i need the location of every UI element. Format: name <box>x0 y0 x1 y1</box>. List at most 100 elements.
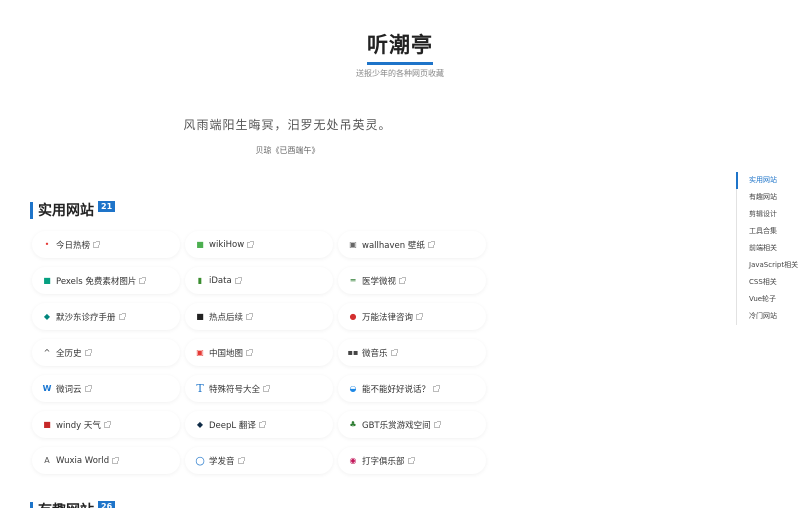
toc-item[interactable]: 冷门网站 <box>737 308 800 325</box>
toc-item[interactable]: JavaScript相关 <box>737 257 800 274</box>
site-card[interactable]: ♣ GBT乐赏游戏空间 <box>338 411 486 438</box>
site-card-label: 学发音 <box>209 456 235 467</box>
windy-icon: ■ <box>43 420 51 429</box>
site-card-label: 特殊符号大全 <box>209 384 261 395</box>
section-heading-useful: 实用网站 21 <box>30 200 116 220</box>
site-card-label: 微音乐 <box>362 348 388 359</box>
site-card[interactable]: ◆ 默沙东诊疗手册 <box>32 303 180 330</box>
chevron-up-icon: ^ <box>43 348 51 357</box>
toc-item[interactable]: 有趣网站 <box>737 189 800 206</box>
site-card[interactable]: ■ Pexels 免费素材图片 <box>32 267 180 294</box>
site-card[interactable]: • 今日热榜 <box>32 231 180 258</box>
site-card[interactable]: ═ 医学微视 <box>338 267 486 294</box>
toc-item[interactable]: 实用网站 <box>736 172 800 189</box>
site-card-label: 默沙东诊疗手册 <box>56 312 116 323</box>
deepl-icon: ◆ <box>196 420 204 429</box>
toc-item[interactable]: 剪辑设计 <box>737 206 800 223</box>
external-link-icon <box>246 312 254 320</box>
club-icon: ◉ <box>349 456 357 465</box>
section-accent-bar <box>30 501 33 508</box>
site-card[interactable]: ■ wikiHow <box>185 231 333 258</box>
site-card[interactable]: ▣ wallhaven 壁纸 <box>338 231 486 258</box>
image-icon: ▣ <box>349 240 357 249</box>
external-link-icon <box>433 420 441 428</box>
site-card-label: 全历史 <box>56 348 82 359</box>
site-card[interactable]: ◉ 打字俱乐部 <box>338 447 486 474</box>
toc-item[interactable]: 工具合集 <box>737 223 800 240</box>
quote-source: 贝琼《已酉端午》 <box>255 146 320 155</box>
site-title[interactable]: 听潮亭 <box>367 30 433 65</box>
site-subtitle: 送报少年的各种网页收藏 <box>356 69 444 78</box>
section-count-badge: 26 <box>98 500 116 508</box>
site-card-label: 热点后续 <box>209 312 244 323</box>
external-link-icon <box>433 384 441 392</box>
external-link-icon <box>234 276 242 284</box>
toc-item[interactable]: 前端相关 <box>737 240 800 257</box>
site-card[interactable]: ◒ 能不能好好说话？ <box>338 375 486 402</box>
external-link-icon <box>427 240 435 248</box>
toc-item[interactable]: Vue轮子 <box>737 291 800 308</box>
site-card[interactable]: ■ windy 天气 <box>32 411 180 438</box>
site-card-label: 打字俱乐部 <box>362 456 405 467</box>
external-link-icon <box>246 348 254 356</box>
toc-item[interactable]: CSS相关 <box>737 274 800 291</box>
external-link-icon <box>237 456 245 464</box>
external-link-icon <box>247 240 255 248</box>
table-of-contents: 实用网站 有趣网站 剪辑设计 工具合集 前端相关 JavaScript相关 CSS相关 Vue… <box>736 172 800 325</box>
site-card-label: GBT乐赏游戏空间 <box>362 420 431 431</box>
map-icon: ▣ <box>196 348 204 357</box>
w-icon: W <box>42 384 52 393</box>
site-card[interactable]: ▣ 中国地图 <box>185 339 333 366</box>
site-card-label: 中国地图 <box>209 348 244 359</box>
external-link-icon <box>93 240 101 248</box>
external-link-icon <box>84 384 92 392</box>
external-link-icon <box>258 420 266 428</box>
site-card-label: 万能法律咨询 <box>362 312 414 323</box>
t-icon: T <box>196 382 204 395</box>
section-accent-bar <box>30 201 33 219</box>
site-header: 听潮亭 送报少年的各种网页收藏 <box>0 30 800 79</box>
site-card-label: 今日热榜 <box>56 240 91 251</box>
site-card-label: DeepL 翻译 <box>209 420 256 431</box>
external-link-icon <box>103 420 111 428</box>
external-link-icon <box>263 384 271 392</box>
site-card[interactable]: W 微词云 <box>32 375 180 402</box>
site-card-label: Pexels 免费素材图片 <box>56 276 137 287</box>
site-card-label: wikiHow <box>209 239 245 250</box>
daily-quote: 风雨端阳生晦冥，汨罗无处吊英灵。 <box>183 118 392 132</box>
external-link-icon <box>118 312 126 320</box>
site-card[interactable]: ○ 学发音 <box>185 447 333 474</box>
wikihow-icon: ■ <box>196 240 204 249</box>
chat-icon: ◒ <box>349 384 357 393</box>
site-card-label: wallhaven 壁纸 <box>362 240 425 251</box>
book-icon: ▮ <box>197 276 203 285</box>
badge-icon: ● <box>349 312 357 321</box>
external-link-icon <box>84 348 92 356</box>
site-card[interactable]: T 特殊符号大全 <box>185 375 333 402</box>
external-link-icon <box>416 312 424 320</box>
tree-icon: ♣ <box>349 420 357 429</box>
site-card-label: 微词云 <box>56 384 82 395</box>
section-title: 有趣网站 <box>38 500 94 508</box>
site-card-label: iData <box>209 275 232 286</box>
site-card[interactable]: ^ 全历史 <box>32 339 180 366</box>
site-card[interactable]: ◆ DeepL 翻译 <box>185 411 333 438</box>
section-heading-fun: 有趣网站 26 <box>30 500 116 508</box>
section-count-badge: 21 <box>98 200 116 212</box>
ring-icon: ○ <box>195 454 205 467</box>
external-link-icon <box>390 348 398 356</box>
site-card[interactable]: ▪▪ 微音乐 <box>338 339 486 366</box>
external-link-icon <box>139 276 147 284</box>
site-card-label: Wuxia World <box>56 455 110 466</box>
site-card-label: 能不能好好说话？ <box>362 384 431 395</box>
site-card[interactable]: ▮ iData <box>185 267 333 294</box>
site-card-grid: • 今日热榜 ■ wikiHow ▣ wallhaven 壁纸 ■ Pexels 免费素材图片… <box>32 231 486 474</box>
site-card[interactable]: A Wuxia World <box>32 447 180 474</box>
bars-icon: ═ <box>350 276 356 285</box>
wuxia-icon: A <box>44 456 50 465</box>
square-icon: ■ <box>196 312 204 321</box>
external-link-icon <box>399 276 407 284</box>
site-card[interactable]: ■ 热点后续 <box>185 303 333 330</box>
fire-icon: • <box>44 240 50 249</box>
site-card[interactable]: ● 万能法律咨询 <box>338 303 486 330</box>
